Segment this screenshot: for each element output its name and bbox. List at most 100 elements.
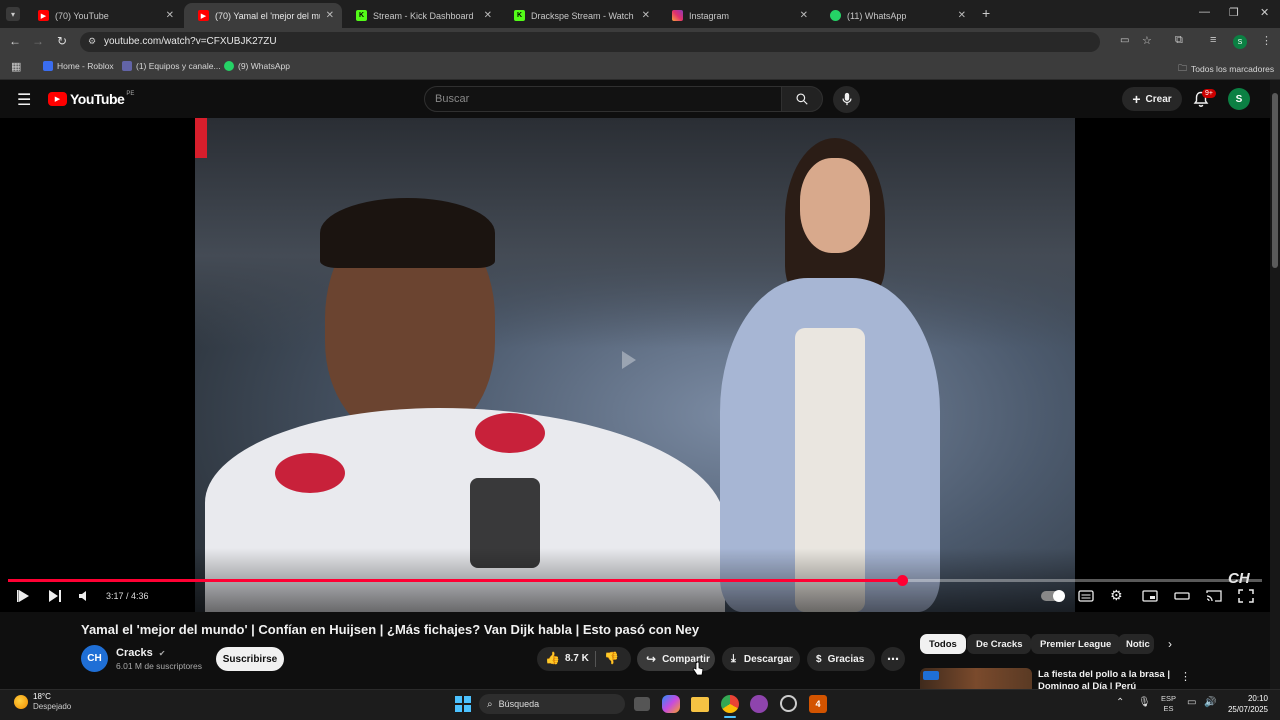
- microphone-tray-icon[interactable]: 🎙: [1138, 697, 1151, 708]
- autoplay-toggle[interactable]: [1041, 590, 1065, 602]
- tab-whatsapp[interactable]: (11) WhatsApp ✕: [816, 3, 974, 28]
- chip-all[interactable]: Todos: [920, 634, 966, 654]
- task-view-icon[interactable]: [634, 697, 650, 711]
- app-circle-icon[interactable]: [780, 695, 797, 712]
- search-input[interactable]: Buscar: [424, 86, 782, 112]
- tab-instagram[interactable]: Instagram ✕: [658, 3, 816, 28]
- close-icon[interactable]: ✕: [958, 10, 966, 21]
- bookmark-star-icon[interactable]: ☆: [1142, 34, 1152, 47]
- microphone-icon: [842, 92, 852, 106]
- taskbar-search[interactable]: ⌕ Búsqueda: [479, 694, 625, 714]
- download-icon: ⤓: [731, 652, 736, 665]
- chip-news[interactable]: Notic: [1118, 634, 1154, 654]
- create-button[interactable]: + Crear: [1122, 87, 1182, 111]
- download-button[interactable]: ⤓ Descargar: [722, 647, 800, 671]
- language-indicator[interactable]: ESP ES: [1161, 694, 1176, 714]
- theater-mode-icon[interactable]: [1174, 589, 1190, 603]
- chevron-right-icon[interactable]: ›: [1168, 637, 1172, 651]
- reload-icon[interactable]: ↻: [57, 34, 67, 48]
- close-icon[interactable]: ✕: [642, 10, 650, 21]
- close-icon[interactable]: ✕: [800, 10, 808, 21]
- cast-page-icon[interactable]: ▭: [1120, 35, 1129, 46]
- progress-played: [8, 579, 903, 582]
- back-icon[interactable]: ←: [9, 34, 21, 48]
- youtube-icon: ▶: [198, 10, 209, 21]
- site-info-icon[interactable]: ⚙: [88, 36, 96, 47]
- forward-icon[interactable]: →: [32, 34, 44, 48]
- channel-avatar[interactable]: CH: [81, 645, 108, 672]
- youtube-logo[interactable]: ▶ YouTube PE: [48, 91, 134, 107]
- account-avatar[interactable]: S: [1228, 88, 1250, 110]
- weather-widget[interactable]: 18°C Despejado: [14, 692, 71, 712]
- new-tab-button[interactable]: +: [982, 5, 990, 21]
- tab-kick-stream[interactable]: K Drackspe Stream - Watch Live ✕: [500, 3, 658, 28]
- tab-youtube-video[interactable]: ▶ (70) Yamal el 'mejor del mundo' ✕: [184, 3, 342, 28]
- network-icon[interactable]: ▭: [1187, 697, 1196, 708]
- channel-name[interactable]: Cracks ✔: [116, 647, 165, 659]
- menu-dots-icon[interactable]: ⋮: [1261, 34, 1272, 47]
- play-pause-icon[interactable]: [16, 589, 32, 603]
- close-icon[interactable]: ✕: [166, 10, 174, 21]
- tab-search-button[interactable]: ▾: [6, 7, 20, 21]
- clock[interactable]: 20:10 25/07/2025: [1226, 693, 1268, 715]
- chip-from-channel[interactable]: De Cracks: [967, 634, 1032, 654]
- miniplayer-icon[interactable]: [1142, 589, 1158, 603]
- url-text: youtube.com/watch?v=CFXUBJK27ZU: [104, 36, 277, 47]
- thanks-button[interactable]: $ Gracias: [807, 647, 875, 671]
- scrollbar-thumb[interactable]: [1272, 93, 1278, 268]
- windows-start-button[interactable]: [455, 696, 471, 712]
- tab-youtube-home[interactable]: ▶ (70) YouTube ✕: [24, 3, 182, 28]
- progress-bar[interactable]: [8, 575, 1262, 586]
- apps-grid-icon[interactable]: ▦: [11, 60, 21, 73]
- bookmark-roblox[interactable]: Home - Roblox: [43, 61, 114, 71]
- app-purple-icon[interactable]: [750, 695, 768, 713]
- close-icon[interactable]: ✕: [326, 10, 334, 21]
- volume-tray-icon[interactable]: 🔊: [1204, 697, 1216, 708]
- dislike-button[interactable]: 👎: [604, 651, 619, 665]
- minimize-button[interactable]: —: [1199, 6, 1210, 18]
- chip-premier-league[interactable]: Premier League: [1031, 634, 1121, 654]
- more-actions-button[interactable]: ⋯: [881, 647, 905, 671]
- fullscreen-icon[interactable]: [1238, 589, 1254, 603]
- mouse-cursor-icon: [692, 660, 704, 676]
- cast-icon[interactable]: [1206, 589, 1222, 603]
- weather-icon: [14, 695, 28, 709]
- hamburger-menu-icon[interactable]: ☰: [17, 90, 31, 110]
- search-button[interactable]: [781, 86, 823, 112]
- like-button[interactable]: 👍 8.7 K: [545, 651, 589, 665]
- chrome-icon[interactable]: [721, 695, 739, 713]
- copilot-icon[interactable]: [662, 695, 680, 713]
- profile-icon[interactable]: S: [1233, 35, 1247, 49]
- bookmark-whatsapp[interactable]: (9) WhatsApp: [224, 61, 290, 71]
- tab-kick-dashboard[interactable]: K Stream - Kick Dashboard ✕: [342, 3, 500, 28]
- video-frame[interactable]: [195, 118, 1075, 612]
- restore-button[interactable]: ❐: [1229, 6, 1239, 19]
- bookmark-teams[interactable]: (1) Equipos y canale...: [122, 61, 221, 71]
- roblox-icon: [43, 61, 53, 71]
- all-bookmarks[interactable]: 🗀 Todos los marcadores: [1178, 61, 1274, 77]
- related-title[interactable]: La fiesta del pollo a la brasa | Domingo…: [1038, 669, 1170, 689]
- center-play-icon[interactable]: [622, 351, 636, 369]
- subtitles-icon[interactable]: [1078, 589, 1094, 603]
- volume-icon[interactable]: [77, 589, 93, 603]
- voice-search-button[interactable]: [833, 86, 860, 113]
- next-video-icon[interactable]: [47, 589, 63, 603]
- reading-list-icon[interactable]: ≡: [1210, 34, 1216, 46]
- window-close-button[interactable]: ✕: [1260, 6, 1269, 19]
- youtube-play-icon: ▶: [48, 92, 67, 106]
- more-horizontal-icon: ⋯: [887, 652, 899, 666]
- video-player[interactable]: CH: [0, 118, 1270, 612]
- file-explorer-icon[interactable]: [691, 697, 709, 712]
- settings-gear-icon[interactable]: ⚙: [1110, 587, 1123, 604]
- close-icon[interactable]: ✕: [484, 10, 492, 21]
- subscribe-button[interactable]: Suscribirse: [216, 647, 284, 671]
- whatsapp-icon: [224, 61, 234, 71]
- related-thumbnail[interactable]: [920, 668, 1032, 689]
- chevron-up-icon[interactable]: ⌃: [1116, 697, 1124, 708]
- more-vertical-icon[interactable]: ⋮: [1180, 670, 1191, 683]
- extensions-icon[interactable]: ⧉: [1175, 34, 1183, 47]
- app-orange-icon[interactable]: 4: [809, 695, 827, 713]
- kick-icon: K: [514, 10, 525, 21]
- video-figure-footballer: [205, 178, 725, 612]
- channel-watermark: CH: [1228, 570, 1250, 587]
